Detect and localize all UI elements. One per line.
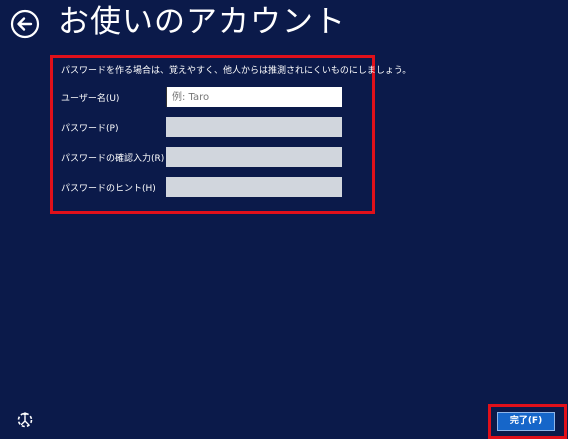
password-hint-input[interactable]	[166, 177, 342, 197]
ease-of-access-icon	[17, 412, 33, 428]
account-form: パスワードを作る場合は、覚えやすく、他人からは推測されにくいものにしましょう。 …	[50, 55, 411, 214]
finish-button-highlight: 完了(F)	[488, 404, 567, 439]
password-confirm-input[interactable]	[166, 147, 342, 167]
password-input[interactable]	[166, 117, 342, 137]
back-button[interactable]	[10, 9, 40, 39]
password-hint-label: パスワードのヒント(H)	[61, 184, 156, 194]
page-title: お使いのアカウント	[58, 4, 346, 40]
password-confirm-label: パスワードの確認入力(R)	[61, 154, 165, 164]
finish-button[interactable]: 完了(F)	[497, 412, 555, 431]
password-label: パスワード(P)	[61, 124, 119, 134]
username-label: ユーザー名(U)	[61, 94, 120, 104]
ease-of-access-button[interactable]	[14, 409, 36, 431]
username-input[interactable]	[166, 87, 342, 107]
account-setup-screen: お使いのアカウント パスワードを作る場合は、覚えやすく、他人からは推測されにくい…	[0, 0, 568, 439]
instruction-text: パスワードを作る場合は、覚えやすく、他人からは推測されにくいものにしましょう。	[61, 66, 412, 76]
back-arrow-icon	[10, 9, 40, 39]
